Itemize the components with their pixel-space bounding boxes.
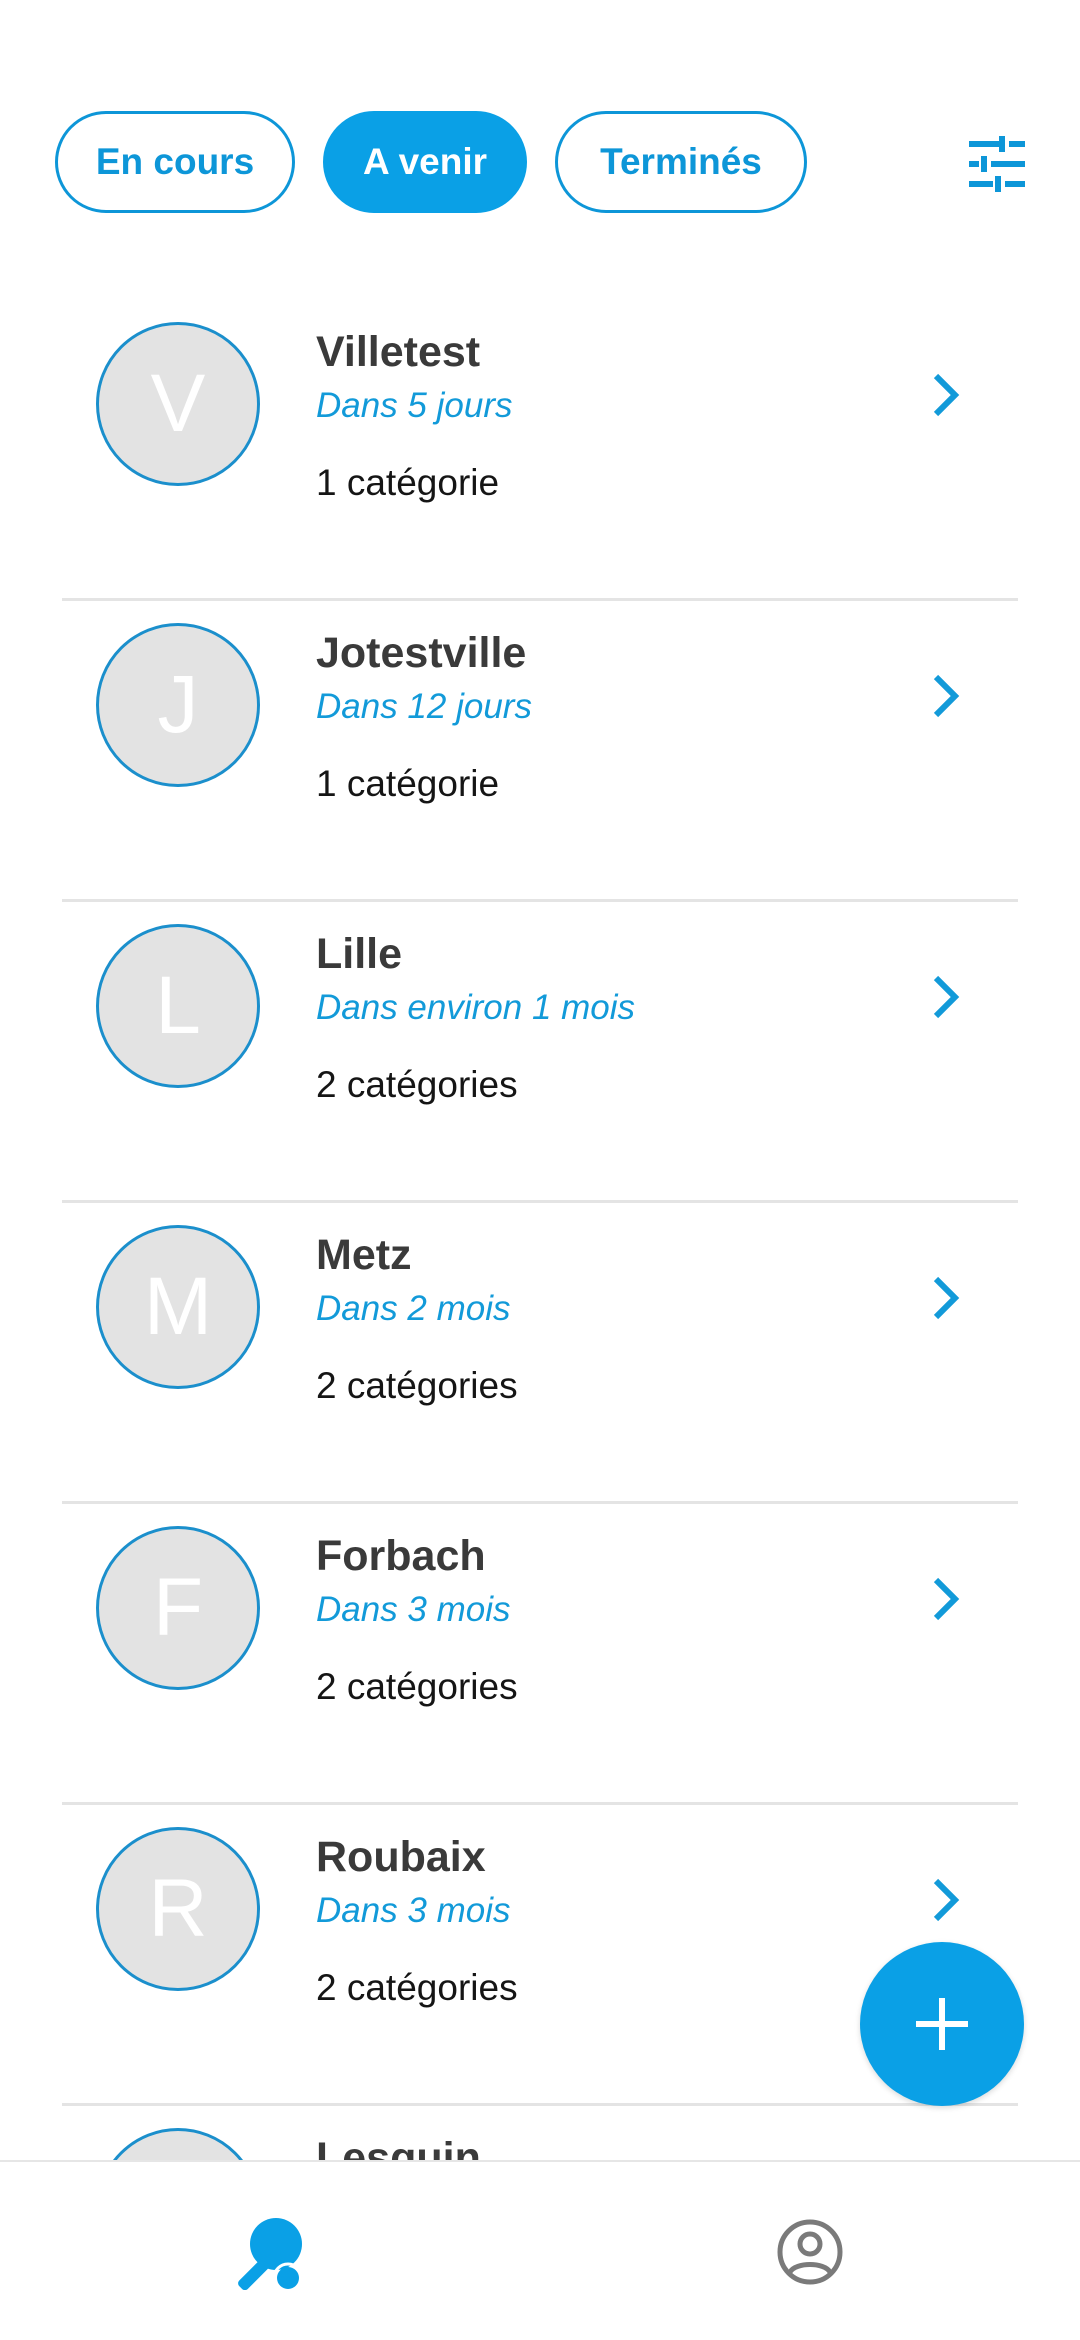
nav-item-competitions[interactable] bbox=[210, 2192, 330, 2312]
item-date: Dans 12 jours bbox=[316, 687, 532, 726]
avatar: J bbox=[96, 623, 260, 787]
chevron-right-icon bbox=[926, 962, 966, 1032]
avatar: M bbox=[96, 1225, 260, 1389]
chevron-right-icon bbox=[926, 661, 966, 731]
add-button[interactable] bbox=[860, 1942, 1024, 2106]
chevron-right-icon bbox=[926, 1564, 966, 1634]
chevron-right-icon bbox=[926, 1263, 966, 1333]
chevron-right-icon bbox=[926, 1865, 966, 1935]
sliders-icon bbox=[969, 136, 1025, 192]
item-title: Forbach bbox=[316, 1532, 486, 1580]
item-date: Dans 3 mois bbox=[316, 1590, 511, 1629]
item-date: Dans 5 jours bbox=[316, 386, 513, 425]
item-title: Lesquin bbox=[316, 2134, 481, 2160]
list-item[interactable]: L Lille Dans environ 1 mois 2 catégories bbox=[62, 902, 1018, 1203]
avatar: L bbox=[96, 924, 260, 1088]
tab-a-venir[interactable]: A venir bbox=[323, 111, 527, 213]
item-title: Roubaix bbox=[316, 1833, 486, 1881]
plus-icon bbox=[916, 1998, 968, 2050]
item-date: Dans environ 1 mois bbox=[316, 988, 636, 1027]
tab-en-cours[interactable]: En cours bbox=[55, 111, 295, 213]
list-item[interactable]: M Metz Dans 2 mois 2 catégories bbox=[62, 1203, 1018, 1504]
list-item[interactable]: L Lesquin bbox=[62, 2106, 1018, 2160]
item-categories: 2 catégories bbox=[316, 1967, 518, 2008]
item-date: Dans 3 mois bbox=[316, 1891, 511, 1930]
chevron-right-icon bbox=[926, 360, 966, 430]
list-item[interactable]: J Jotestville Dans 12 jours 1 catégorie bbox=[62, 601, 1018, 902]
item-title: Metz bbox=[316, 1231, 412, 1279]
filter-tabs: En cours A venir Terminés bbox=[55, 110, 1025, 214]
list-item[interactable]: F Forbach Dans 3 mois 2 catégories bbox=[62, 1504, 1018, 1805]
item-date: Dans 2 mois bbox=[316, 1289, 511, 1328]
avatar: F bbox=[96, 1526, 260, 1690]
item-categories: 1 catégorie bbox=[316, 763, 500, 804]
avatar: L bbox=[96, 2128, 260, 2160]
list-item[interactable]: V Villetest Dans 5 jours 1 catégorie bbox=[62, 300, 1018, 601]
item-categories: 2 catégories bbox=[316, 1365, 518, 1406]
item-title: Jotestville bbox=[316, 629, 527, 677]
competition-list: V Villetest Dans 5 jours 1 catégorie J J… bbox=[0, 300, 1080, 2160]
item-categories: 1 catégorie bbox=[316, 462, 500, 503]
tab-termines[interactable]: Terminés bbox=[555, 111, 807, 213]
item-categories: 2 catégories bbox=[316, 1064, 518, 1105]
filter-button[interactable] bbox=[959, 126, 1035, 202]
bottom-nav bbox=[0, 2160, 1080, 2340]
item-title: Villetest bbox=[316, 328, 481, 376]
ping-pong-icon bbox=[238, 2218, 304, 2290]
item-title: Lille bbox=[316, 930, 403, 978]
item-categories: 2 catégories bbox=[316, 1666, 518, 1707]
account-circle-icon bbox=[777, 2219, 843, 2285]
nav-item-account[interactable] bbox=[750, 2192, 870, 2312]
avatar: R bbox=[96, 1827, 260, 1991]
avatar: V bbox=[96, 322, 260, 486]
